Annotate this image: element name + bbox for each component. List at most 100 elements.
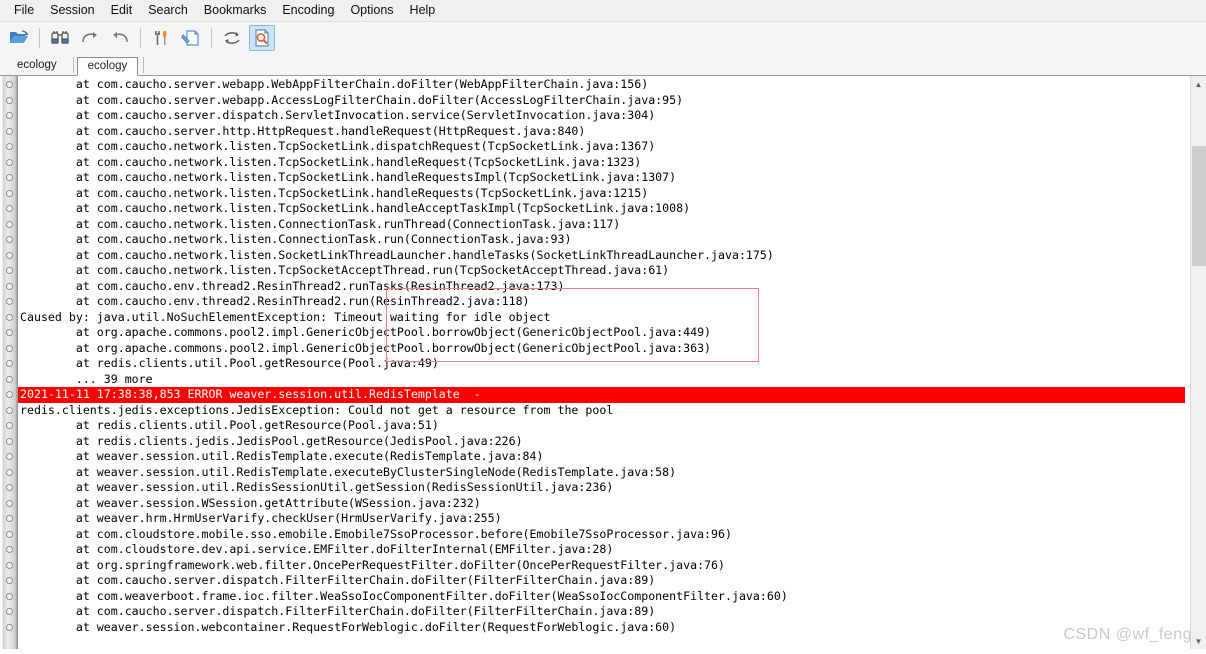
- tab-ecology-0[interactable]: ecology: [6, 56, 68, 75]
- bookmark-dot-icon[interactable]: [5, 592, 13, 600]
- file-search-preview-icon[interactable]: [249, 25, 275, 51]
- gutter-row[interactable]: [0, 403, 18, 419]
- menu-search[interactable]: Search: [140, 1, 196, 20]
- bookmark-dot-icon[interactable]: [5, 515, 13, 523]
- gutter-row[interactable]: [0, 155, 18, 171]
- bookmark-dot-icon[interactable]: [5, 453, 13, 461]
- redo-arrow-icon[interactable]: [77, 25, 103, 51]
- gutter-row[interactable]: [0, 372, 18, 388]
- gutter-row[interactable]: [0, 170, 18, 186]
- gutter-row[interactable]: [0, 294, 18, 310]
- gutter-row[interactable]: [0, 263, 18, 279]
- log-text-area[interactable]: at com.caucho.server.webapp.WebAppFilter…: [18, 76, 1206, 649]
- vertical-scrollbar[interactable]: ▲ ▼: [1190, 76, 1206, 649]
- bookmark-dot-icon[interactable]: [5, 298, 13, 306]
- open-folder-icon[interactable]: [6, 25, 32, 51]
- bookmark-dot-icon[interactable]: [5, 267, 13, 275]
- bookmark-dot-icon[interactable]: [5, 344, 13, 352]
- bookmark-dot-icon[interactable]: [5, 577, 13, 585]
- gutter-row[interactable]: [0, 511, 18, 527]
- menu-session[interactable]: Session: [42, 1, 102, 20]
- bookmark-dot-icon[interactable]: [5, 329, 13, 337]
- bookmark-dot-icon[interactable]: [5, 313, 13, 321]
- log-line: at com.caucho.server.dispatch.ServletInv…: [20, 108, 656, 122]
- gutter-row[interactable]: [0, 93, 18, 109]
- gutter-row[interactable]: [0, 527, 18, 543]
- bookmark-dot-icon[interactable]: [5, 205, 13, 213]
- bookmark-dot-icon[interactable]: [5, 623, 13, 631]
- gutter-row[interactable]: [0, 232, 18, 248]
- gutter-row[interactable]: [0, 465, 18, 481]
- refresh-sync-icon[interactable]: [219, 25, 245, 51]
- gutter-row[interactable]: [0, 248, 18, 264]
- bookmark-dot-icon[interactable]: [5, 236, 13, 244]
- bookmark-dot-icon[interactable]: [5, 468, 13, 476]
- gutter-row[interactable]: [0, 310, 18, 326]
- bookmark-dot-icon[interactable]: [5, 530, 13, 538]
- bookmark-dot-icon[interactable]: [5, 375, 13, 383]
- gutter-row[interactable]: [0, 387, 18, 403]
- bookmark-dot-icon[interactable]: [5, 96, 13, 104]
- bookmark-dot-icon[interactable]: [5, 189, 13, 197]
- menu-bookmarks[interactable]: Bookmarks: [196, 1, 275, 20]
- gutter-row[interactable]: [0, 108, 18, 124]
- bookmark-dot-icon[interactable]: [5, 546, 13, 554]
- gutter-row[interactable]: [0, 558, 18, 574]
- scrollbar-thumb[interactable]: [1192, 146, 1206, 266]
- gutter-row[interactable]: [0, 573, 18, 589]
- gutter-row[interactable]: [0, 279, 18, 295]
- bookmark-dot-icon[interactable]: [5, 422, 13, 430]
- gutter-row[interactable]: [0, 139, 18, 155]
- menu-encoding[interactable]: Encoding: [274, 1, 342, 20]
- menu-file[interactable]: File: [6, 1, 42, 20]
- find-binoculars-icon[interactable]: [47, 25, 73, 51]
- gutter-row[interactable]: [0, 186, 18, 202]
- scroll-up-icon[interactable]: ▲: [1191, 76, 1206, 92]
- bookmark-gutter[interactable]: [0, 76, 18, 649]
- bookmark-dot-icon[interactable]: [5, 251, 13, 259]
- bookmark-dot-icon[interactable]: [5, 484, 13, 492]
- bookmark-dot-icon[interactable]: [5, 112, 13, 120]
- gutter-row[interactable]: [0, 341, 18, 357]
- bookmark-dot-icon[interactable]: [5, 174, 13, 182]
- undo-arrow-icon[interactable]: [107, 25, 133, 51]
- menu-edit[interactable]: Edit: [103, 1, 141, 20]
- bookmark-dot-icon[interactable]: [5, 608, 13, 616]
- gutter-row[interactable]: [0, 356, 18, 372]
- log-line: at com.caucho.network.listen.SocketLinkT…: [20, 247, 774, 262]
- log-line: at com.caucho.env.thread2.ResinThread2.r…: [20, 278, 565, 293]
- bookmark-dot-icon[interactable]: [5, 127, 13, 135]
- gutter-row[interactable]: [0, 201, 18, 217]
- scroll-down-icon[interactable]: ▼: [1191, 633, 1206, 649]
- gutter-row[interactable]: [0, 604, 18, 620]
- bookmark-dot-icon[interactable]: [5, 81, 13, 89]
- gutter-row[interactable]: [0, 620, 18, 636]
- gutter-row[interactable]: [0, 449, 18, 465]
- gutter-row[interactable]: [0, 418, 18, 434]
- bookmark-dot-icon[interactable]: [5, 561, 13, 569]
- gutter-row[interactable]: [0, 325, 18, 341]
- file-settings-icon[interactable]: [178, 25, 204, 51]
- gutter-row[interactable]: [0, 589, 18, 605]
- tools-wrench-screwdriver-icon[interactable]: [148, 25, 174, 51]
- gutter-row[interactable]: [0, 77, 18, 93]
- bookmark-dot-icon[interactable]: [5, 391, 13, 399]
- bookmark-dot-icon[interactable]: [5, 437, 13, 445]
- menu-options[interactable]: Options: [342, 1, 401, 20]
- gutter-row[interactable]: [0, 496, 18, 512]
- log-editor: at com.caucho.server.webapp.WebAppFilter…: [0, 76, 1206, 649]
- tab-ecology-1[interactable]: ecology: [76, 57, 139, 76]
- bookmark-dot-icon[interactable]: [5, 143, 13, 151]
- bookmark-dot-icon[interactable]: [5, 406, 13, 414]
- bookmark-dot-icon[interactable]: [5, 158, 13, 166]
- menu-help[interactable]: Help: [402, 1, 444, 20]
- gutter-row[interactable]: [0, 480, 18, 496]
- bookmark-dot-icon[interactable]: [5, 220, 13, 228]
- bookmark-dot-icon[interactable]: [5, 360, 13, 368]
- gutter-row[interactable]: [0, 542, 18, 558]
- bookmark-dot-icon[interactable]: [5, 282, 13, 290]
- gutter-row[interactable]: [0, 124, 18, 140]
- gutter-row[interactable]: [0, 217, 18, 233]
- bookmark-dot-icon[interactable]: [5, 499, 13, 507]
- gutter-row[interactable]: [0, 434, 18, 450]
